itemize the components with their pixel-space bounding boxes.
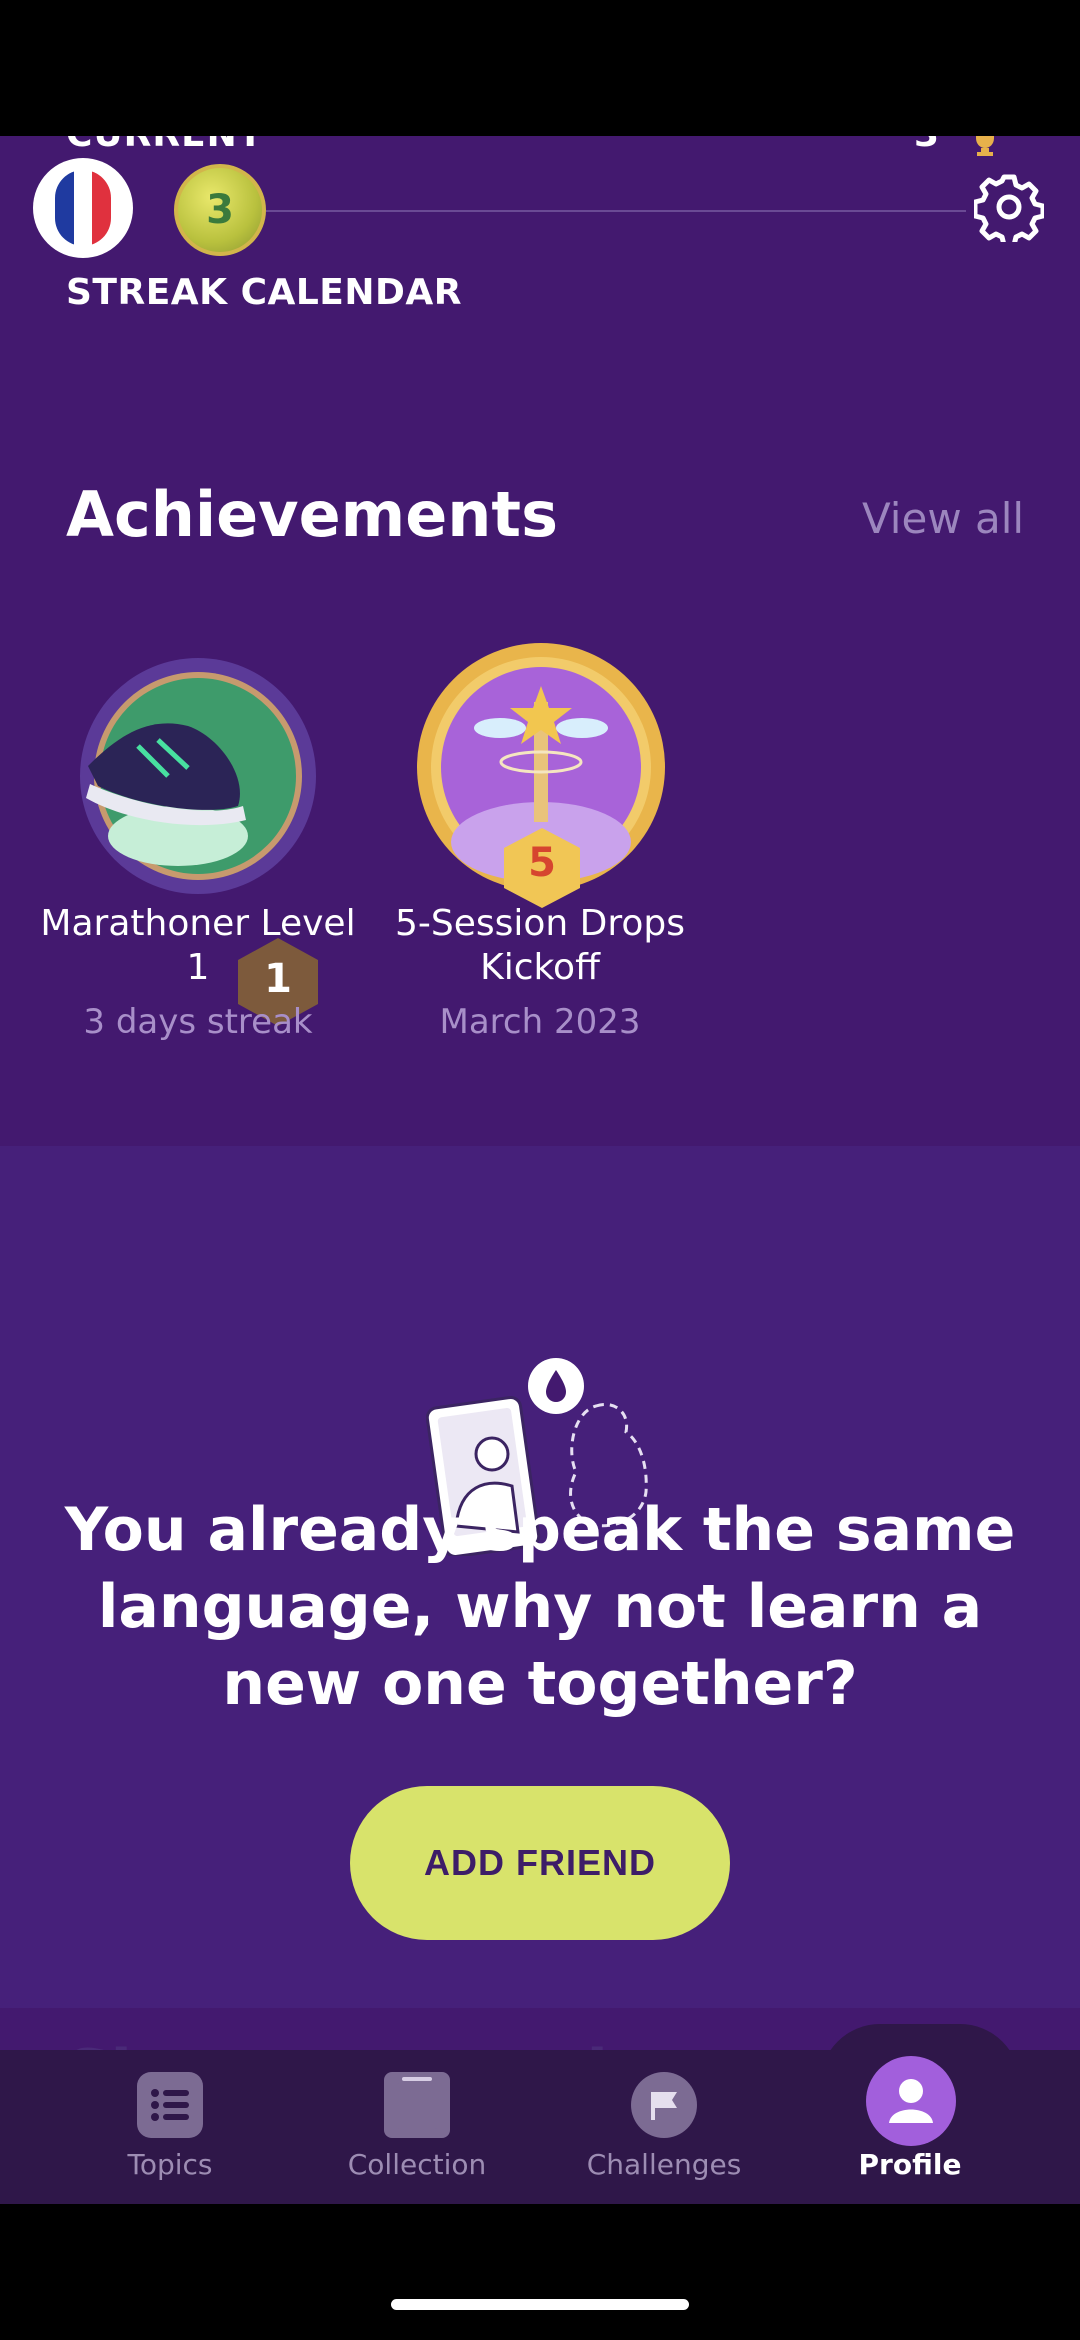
invite-headline: You already speak the same language, why…	[64, 1495, 1016, 1719]
profile-screen: CURRENT 3 3 STREAK CALENDAR Achievements…	[0, 136, 1080, 2204]
tab-label: Topics	[127, 2148, 213, 2181]
streak-calendar-title: STREAK CALENDAR	[66, 272, 462, 313]
tab-topics[interactable]: Topics	[60, 2050, 280, 2204]
achievement-subtitle: 3 days streak	[83, 1002, 313, 1042]
collection-icon	[384, 2072, 450, 2138]
france-flag-icon	[55, 170, 111, 246]
home-indicator[interactable]	[391, 2299, 689, 2310]
current-streak-value: 3	[914, 136, 939, 155]
achievements-title: Achievements	[66, 478, 558, 551]
achievement-label: Marathoner Level 1	[40, 903, 356, 988]
tab-label: Collection	[347, 2148, 487, 2181]
tab-challenges[interactable]: Challenges	[554, 2050, 774, 2204]
level-progress-line	[266, 210, 966, 212]
language-flag-button[interactable]	[33, 158, 133, 258]
person-icon[interactable]	[866, 2056, 956, 2146]
flag-icon	[631, 2072, 697, 2138]
tab-collection[interactable]: Collection	[307, 2050, 527, 2204]
badge-level-number: 5	[528, 840, 556, 886]
marathoner-badge-icon[interactable]	[78, 656, 322, 900]
level-coin-badge[interactable]: 3	[174, 164, 266, 256]
navigation-bar	[0, 2204, 1080, 2340]
tab-label: Profile	[858, 2148, 962, 2181]
status-bar	[0, 0, 1080, 136]
achievement-subtitle: March 2023	[439, 1002, 641, 1042]
current-streak-label: CURRENT	[66, 136, 263, 155]
add-friend-button[interactable]: ADD FRIEND	[350, 1786, 730, 1940]
settings-gear-icon[interactable]	[974, 172, 1044, 242]
tab-label: Challenges	[586, 2148, 742, 2181]
trophy-icon	[976, 136, 994, 156]
achievement-label: 5-Session Drops Kickoff	[394, 903, 686, 988]
view-all-link[interactable]: View all	[862, 494, 1024, 543]
list-icon	[137, 2072, 203, 2138]
